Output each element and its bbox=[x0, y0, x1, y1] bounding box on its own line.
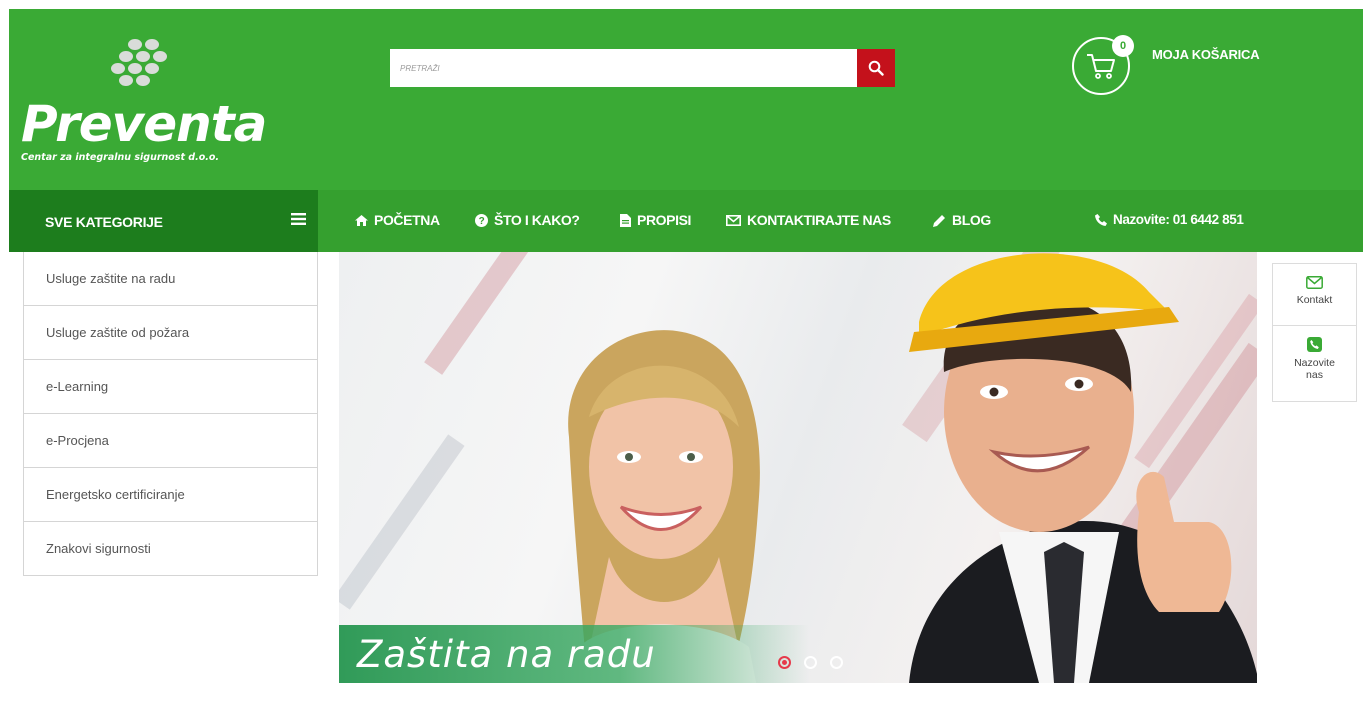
logo-tagline: Centar za integralnu sigurnost d.o.o. bbox=[21, 152, 219, 163]
nav-phone[interactable]: Nazovite: 01 6442 851 bbox=[1095, 212, 1244, 227]
call-widget-button[interactable]: Nazovite nas bbox=[1273, 325, 1356, 401]
cart-icon bbox=[1087, 54, 1115, 79]
call-widget-label-2: nas bbox=[1306, 369, 1323, 381]
search-input[interactable] bbox=[390, 49, 856, 87]
phone-label: Nazovite: 01 6442 851 bbox=[1113, 212, 1244, 227]
main-nav: SVE KATEGORIJE POČETNA ? ŠTO I KAKO? PRO… bbox=[9, 190, 1363, 252]
sidebar-item-safety-signs[interactable]: Znakovi sigurnosti bbox=[24, 521, 317, 575]
svg-text:?: ? bbox=[479, 216, 485, 227]
sidebar-item-energy-certification[interactable]: Energetsko certificiranje bbox=[24, 467, 317, 521]
sidebar-item-fire-protection[interactable]: Usluge zaštite od požara bbox=[24, 305, 317, 359]
slide-caption: Zaštita na radu bbox=[339, 625, 809, 683]
menu-icon bbox=[291, 213, 306, 225]
categories-label: SVE KATEGORIJE bbox=[45, 214, 163, 230]
cart-count-badge: 0 bbox=[1112, 35, 1134, 57]
contact-widget-button[interactable]: Kontakt bbox=[1273, 264, 1356, 325]
hero-slider[interactable]: Zaštita na radu bbox=[339, 252, 1257, 683]
envelope-icon bbox=[726, 214, 741, 226]
call-widget-label-1: Nazovite bbox=[1294, 357, 1335, 369]
question-icon: ? bbox=[475, 213, 488, 227]
nav-item-label: BLOG bbox=[952, 212, 991, 228]
slider-dot-3[interactable] bbox=[830, 656, 843, 669]
phone-icon bbox=[1095, 213, 1107, 226]
site-header: Preventa Centar za integralnu sigurnost … bbox=[9, 9, 1363, 190]
pencil-icon bbox=[933, 214, 945, 227]
nav-item-label: POČETNA bbox=[374, 212, 440, 228]
nav-item-regulations[interactable]: PROPISI bbox=[620, 212, 691, 228]
nav-item-label: PROPISI bbox=[637, 212, 691, 228]
document-icon bbox=[620, 213, 631, 227]
categories-toggle[interactable]: SVE KATEGORIJE bbox=[9, 190, 318, 252]
slider-dot-2[interactable] bbox=[804, 656, 817, 669]
slider-dot-1[interactable] bbox=[778, 656, 791, 669]
search-icon bbox=[868, 60, 884, 76]
home-icon bbox=[355, 214, 368, 226]
logo-dots-icon bbox=[100, 39, 170, 99]
nav-item-home[interactable]: POČETNA bbox=[355, 212, 440, 228]
hero-man-image bbox=[909, 253, 1257, 683]
logo[interactable]: Preventa Centar za integralnu sigurnost … bbox=[21, 39, 267, 169]
category-sidebar: Usluge zaštite na radu Usluge zaštite od… bbox=[23, 252, 318, 576]
nav-item-blog[interactable]: BLOG bbox=[933, 212, 991, 228]
search-button[interactable] bbox=[857, 49, 895, 87]
logo-wordmark: Preventa bbox=[21, 95, 267, 153]
cart-label[interactable]: MOJA KOŠARICA bbox=[1152, 47, 1260, 62]
phone-icon bbox=[1307, 337, 1322, 352]
sidebar-item-e-assessment[interactable]: e-Procjena bbox=[24, 413, 317, 467]
slide-caption-text: Zaštita na radu bbox=[357, 633, 656, 676]
slider-dots bbox=[778, 656, 843, 669]
sidebar-item-occupational-safety[interactable]: Usluge zaštite na radu bbox=[24, 252, 317, 305]
contact-widget: Kontakt Nazovite nas bbox=[1272, 263, 1357, 402]
sidebar-item-e-learning[interactable]: e-Learning bbox=[24, 359, 317, 413]
contact-widget-label: Kontakt bbox=[1296, 294, 1333, 306]
nav-item-contact[interactable]: KONTAKTIRAJTE NAS bbox=[726, 212, 891, 228]
nav-item-label: KONTAKTIRAJTE NAS bbox=[747, 212, 891, 228]
nav-item-label: ŠTO I KAKO? bbox=[494, 212, 580, 228]
envelope-icon bbox=[1306, 276, 1323, 289]
nav-item-how-to[interactable]: ? ŠTO I KAKO? bbox=[475, 212, 580, 228]
search-bar bbox=[390, 49, 895, 87]
